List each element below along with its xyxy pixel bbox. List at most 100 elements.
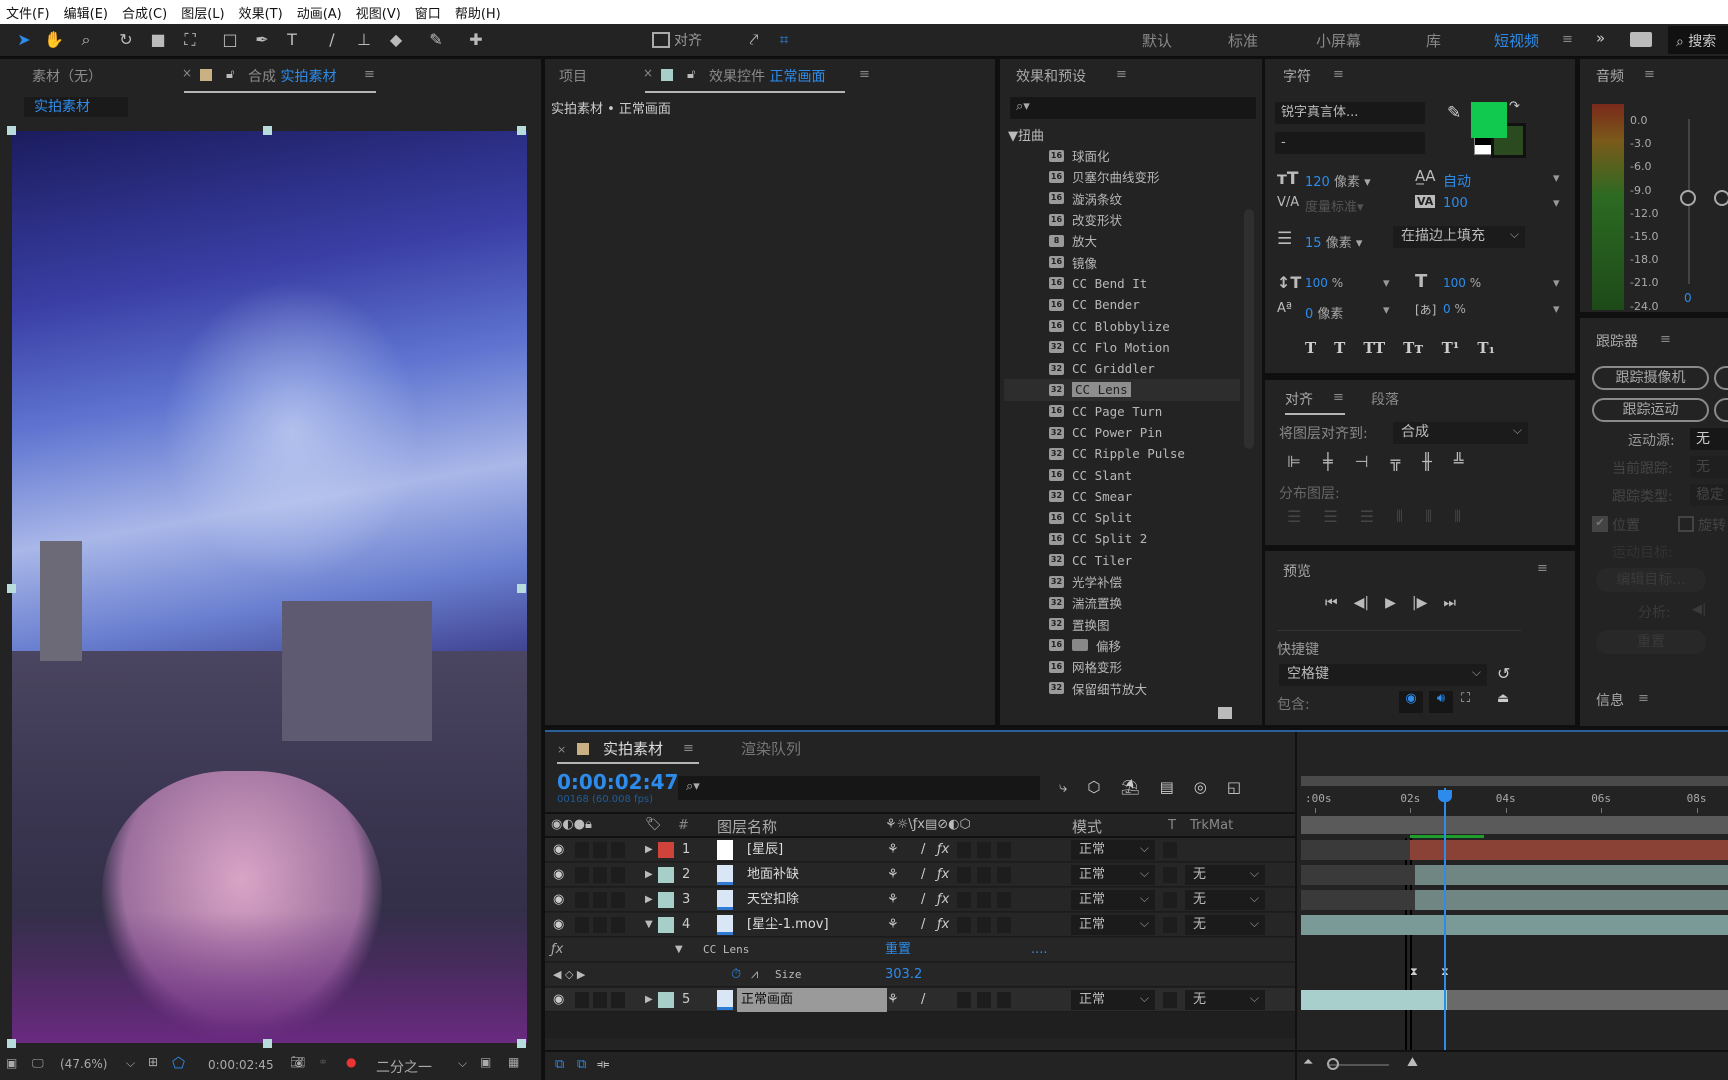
switch-box[interactable] xyxy=(575,892,589,908)
footage-tab[interactable]: 素材（无） xyxy=(32,66,102,86)
menu-item[interactable]: 窗口 xyxy=(415,3,441,22)
search-help-field[interactable]: ⌕ 搜索 xyxy=(1668,26,1728,54)
switch-box[interactable] xyxy=(997,992,1011,1008)
grid-guides-icon[interactable]: ⊞ xyxy=(148,1055,158,1069)
layer-duration-bar[interactable] xyxy=(1415,890,1728,910)
switch-box[interactable] xyxy=(957,867,971,883)
mode-dropdown[interactable]: 正常 xyxy=(1071,838,1155,860)
pen-tool-icon[interactable]: ✒ xyxy=(252,30,272,50)
snapshot-icon[interactable]: 📷︎ xyxy=(290,1055,305,1069)
track-matte-preserve-box[interactable] xyxy=(1163,992,1177,1008)
graph-icon[interactable]: ⩘ xyxy=(751,966,758,984)
switch-box[interactable] xyxy=(997,842,1011,858)
zoom-tool-icon[interactable]: ⌕ xyxy=(76,30,96,50)
label-color-swatch[interactable] xyxy=(658,992,674,1008)
menu-item[interactable]: 图层(L) xyxy=(181,3,224,22)
menu-item[interactable]: 文件(F) xyxy=(6,3,50,22)
align-right-icon[interactable]: ⊣ xyxy=(1355,452,1369,471)
transparency-grid-icon[interactable]: ▦ xyxy=(508,1055,519,1069)
switch-box[interactable] xyxy=(611,892,625,908)
include-overlays-toggle[interactable]: ⛶ xyxy=(1461,691,1470,706)
draft-3d-icon[interactable]: ⬡ xyxy=(1087,778,1100,796)
track-camera-button[interactable]: 跟踪摄像机 xyxy=(1592,366,1709,390)
workspace-tab[interactable]: 小屏幕 xyxy=(1316,30,1361,51)
effect-item[interactable]: 32 置换图 xyxy=(1004,614,1240,635)
toggle-modes-icon[interactable]: ⧉ xyxy=(577,1057,586,1072)
layer-transform-handle[interactable] xyxy=(7,584,16,593)
twirl-triangle-icon[interactable]: ▶ xyxy=(645,991,653,1009)
channel-icon[interactable]: ● xyxy=(346,1055,356,1069)
switch-box[interactable] xyxy=(593,867,607,883)
layer-search-input[interactable]: ⌕▾ xyxy=(678,776,1040,800)
chevron-down-icon[interactable]: ▾ xyxy=(1553,171,1560,186)
mode-dropdown[interactable]: 正常 xyxy=(1071,913,1155,935)
label-color-swatch[interactable] xyxy=(658,867,674,883)
panel-menu-icon[interactable]: ≡ xyxy=(859,67,870,82)
magnification-dropdown[interactable]: (47.6%) xyxy=(60,1057,107,1071)
layer-duration-bar[interactable] xyxy=(1301,915,1728,935)
visibility-eye-icon[interactable]: ◉ xyxy=(553,866,564,884)
shy-switch-icon[interactable]: ⚘ xyxy=(887,841,899,859)
kerning-field[interactable]: 度量标准▾ xyxy=(1305,196,1364,215)
toggle-switches-icon[interactable]: ⧉ xyxy=(555,1057,564,1072)
visibility-eye-icon[interactable]: ◉ xyxy=(553,991,564,1009)
distribute-top-icon[interactable]: ☰ xyxy=(1287,507,1301,527)
font-size-field[interactable]: 120 像素 ▾ xyxy=(1305,171,1371,190)
effect-item[interactable]: 32 CC Griddler xyxy=(1004,358,1240,379)
zoom-slider-handle[interactable] xyxy=(1327,1058,1339,1070)
distribute-right-icon[interactable]: ⦀ xyxy=(1454,507,1461,527)
eyedropper-icon[interactable]: ✎ xyxy=(1447,103,1461,123)
quality-switch-icon[interactable]: / xyxy=(921,841,925,859)
track-matte-preserve-box[interactable] xyxy=(1163,917,1177,933)
panel-menu-icon[interactable]: ≡ xyxy=(1333,390,1344,405)
comp-breadcrumb[interactable]: 实拍素材 xyxy=(24,97,128,117)
hand-tool-icon[interactable]: ✋ xyxy=(44,30,64,50)
switch-box[interactable] xyxy=(957,842,971,858)
region-of-interest-icon[interactable]: ▣ xyxy=(480,1055,491,1069)
chevron-down-icon[interactable]: ▾ xyxy=(1553,302,1560,317)
quality-switch-icon[interactable]: / xyxy=(921,866,925,884)
stopwatch-icon[interactable]: ⏱ xyxy=(731,966,741,984)
switch-box[interactable] xyxy=(977,867,991,883)
comp-mini-flowchart-icon[interactable]: ⤷ xyxy=(1059,778,1067,796)
warp-stabilizer-button[interactable] xyxy=(1714,366,1728,390)
effect-item[interactable]: 16 CC Split xyxy=(1004,507,1240,528)
panel-menu-icon[interactable]: ≡ xyxy=(1333,67,1344,82)
eraser-tool-icon[interactable]: ◆ xyxy=(386,30,406,50)
shy-switch-icon[interactable]: ⚘ xyxy=(887,916,899,934)
frame-blending-icon[interactable]: ▤ xyxy=(1160,778,1174,796)
switch-box[interactable] xyxy=(977,992,991,1008)
include-audio-toggle[interactable]: 🔊︎ xyxy=(1429,691,1453,713)
menu-item[interactable]: 编辑(E) xyxy=(64,3,108,22)
twirl-triangle-icon[interactable]: ▶ xyxy=(645,891,653,909)
snap-icon[interactable]: ⤤ xyxy=(744,30,764,50)
layer-transform-handle[interactable] xyxy=(517,126,526,135)
next-frame-icon[interactable]: |▶ xyxy=(1412,595,1427,611)
menu-item[interactable]: 效果(T) xyxy=(239,3,283,22)
include-video-toggle[interactable]: ◉ xyxy=(1399,691,1423,713)
effect-row[interactable]: ƒx ▼ CC Lens 重置.... xyxy=(545,938,1295,962)
shy-layers-icon[interactable]: ⛱ xyxy=(1121,778,1140,796)
workspace-menu-icon[interactable]: ≡ xyxy=(1562,32,1573,47)
switch-box[interactable] xyxy=(611,842,625,858)
effect-item[interactable]: 32 CC Tiler xyxy=(1004,550,1240,571)
shy-switch-icon[interactable]: ⚘ xyxy=(887,991,899,1009)
effect-item[interactable]: 32 光学补偿 xyxy=(1004,571,1240,592)
reset-button[interactable]: 重置 xyxy=(1596,630,1706,654)
lock-icon[interactable]: 🔓︎ xyxy=(226,67,234,82)
effect-item[interactable]: 16 CC Page Turn xyxy=(1004,401,1240,422)
horizontal-scale-field[interactable]: 100 % xyxy=(1443,276,1481,290)
effect-options-link[interactable]: .... xyxy=(1031,941,1048,959)
layer-name[interactable]: [星尘-1.mov] xyxy=(743,916,893,934)
chevron-down-icon[interactable]: ▾ xyxy=(1383,303,1390,318)
comp-tab[interactable]: 合成 实拍素材 xyxy=(248,66,336,86)
layer-transform-handle[interactable] xyxy=(7,1039,16,1048)
export-icon[interactable]: ⏏ xyxy=(1497,691,1509,706)
effect-item[interactable]: 16 CC Bender xyxy=(1004,294,1240,315)
twirl-triangle-icon[interactable]: ▶ xyxy=(645,841,653,859)
vertical-scale-field[interactable]: 100 % xyxy=(1305,276,1343,290)
project-tab[interactable]: 项目 xyxy=(559,66,587,86)
monitor-icon[interactable]: 🖵︎ xyxy=(32,1056,44,1071)
layer-transform-handle[interactable] xyxy=(517,1039,526,1048)
previous-frame-icon[interactable]: ◀| xyxy=(1354,595,1369,611)
